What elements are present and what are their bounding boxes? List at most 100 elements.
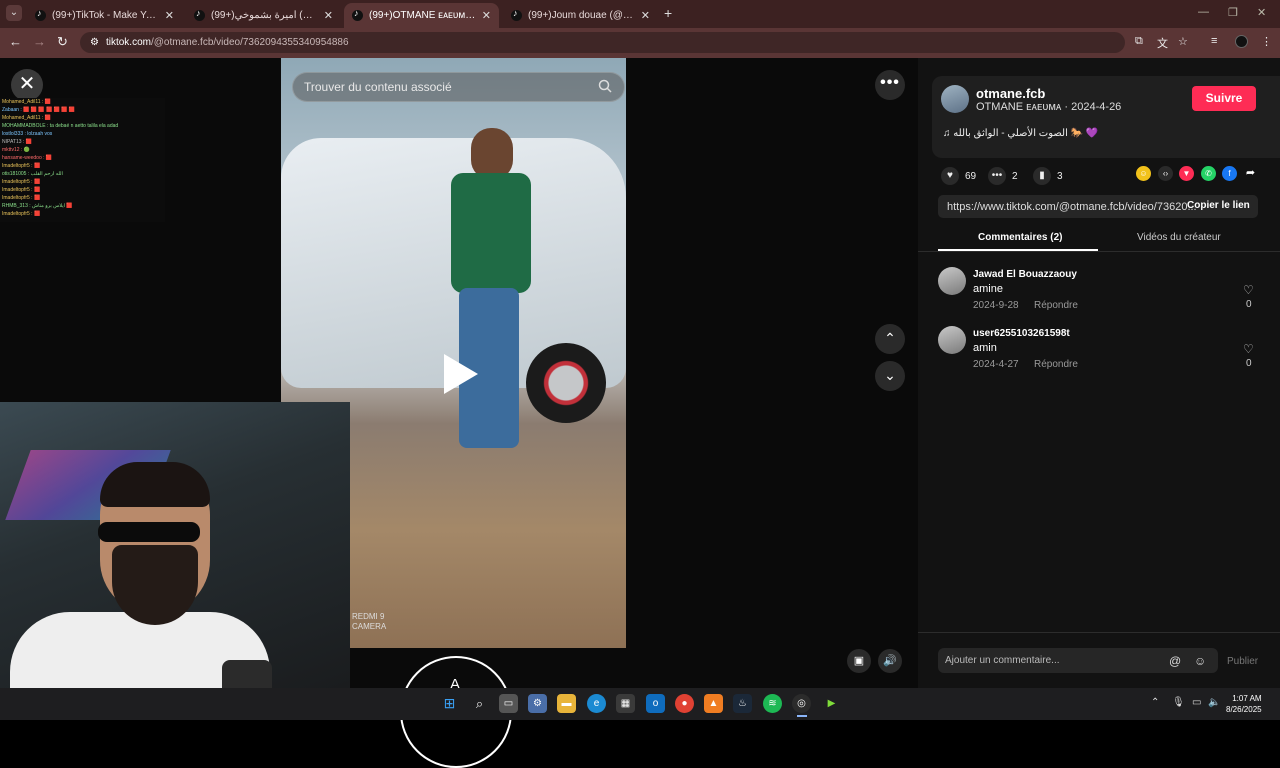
previous-video-button[interactable]: ⌃ — [875, 324, 905, 354]
reply-button[interactable]: Répondre — [1034, 300, 1078, 311]
creator-username[interactable]: otmane.fcb — [976, 86, 1045, 101]
comment-stat[interactable]: ••• 2 — [988, 167, 1018, 185]
embed-icon[interactable]: ‹› — [1158, 166, 1173, 181]
music-line[interactable]: ♫ الصوت الأصلي - الواثق بالله 🐎 💜 — [943, 128, 1098, 139]
reload-icon[interactable]: ↻ — [57, 34, 68, 50]
site-info-icon[interactable]: ⚙ — [90, 37, 99, 48]
commenter-name[interactable]: Jawad El Bouazzaouy — [973, 269, 1077, 280]
creator-avatar[interactable] — [941, 85, 969, 113]
steam-icon[interactable]: ♨ — [733, 694, 752, 713]
comment-icon: ••• — [988, 167, 1006, 185]
task-view-icon[interactable]: ▭ — [499, 694, 518, 713]
file-explorer-icon[interactable]: ▬ — [557, 694, 576, 713]
share-arrow-icon[interactable]: ➦ — [1243, 166, 1258, 181]
save-count: 3 — [1057, 170, 1063, 182]
chat-line: Imadeltopfr5 : 🟥 — [2, 163, 41, 169]
play-icon[interactable] — [444, 354, 478, 394]
chat-line: MOHAMMADBOLE : ta debaé n aetto talila e… — [2, 123, 119, 129]
tab-close-icon[interactable]: ✕ — [165, 9, 174, 22]
window-close-icon[interactable]: ✕ — [1257, 6, 1266, 19]
tab-close-icon[interactable]: ✕ — [641, 9, 650, 22]
copy-link-button[interactable]: Copier le lien — [1187, 200, 1250, 211]
tab-close-icon[interactable]: ✕ — [324, 9, 333, 22]
spotify-icon[interactable]: ≋ — [763, 694, 782, 713]
chat-line: Imadeltopfr5 : 🟥 — [2, 211, 41, 217]
speaker-tray-icon[interactable]: 🔈 — [1208, 697, 1220, 708]
facebook-icon[interactable]: f — [1222, 166, 1237, 181]
tab-divider — [918, 251, 1280, 252]
related-content-search-input[interactable]: Trouver du contenu associé — [292, 72, 625, 102]
tray-overflow-icon[interactable]: ⌃ — [1151, 697, 1159, 708]
tiktok-favicon-icon — [194, 8, 205, 21]
send-icon[interactable]: ▼ — [1179, 166, 1194, 181]
person-vest — [451, 173, 531, 293]
media-controls-icon[interactable]: ≡ — [1211, 35, 1217, 47]
whatsapp-icon[interactable]: ✆ — [1201, 166, 1216, 181]
input-divider — [918, 632, 1280, 633]
taskbar-search-icon[interactable]: ⌕ — [470, 694, 489, 713]
install-app-icon[interactable]: ⧉ — [1135, 35, 1143, 48]
browser-tab[interactable]: (99+)Joum douae (@user9854 ✕ — [503, 3, 658, 28]
forward-icon[interactable]: → — [33, 34, 46, 49]
commenter-avatar[interactable] — [938, 326, 966, 354]
browser-taskbar-icon[interactable]: ◎ — [792, 694, 811, 713]
profile-avatar[interactable] — [1235, 35, 1248, 48]
tab-close-icon[interactable]: ✕ — [482, 9, 491, 22]
volume-icon[interactable]: 🔊 — [878, 649, 902, 673]
tiktok-favicon-icon — [35, 8, 46, 21]
tab-search-button[interactable]: ⌄ — [6, 5, 22, 21]
heart-icon: ♥ — [941, 167, 959, 185]
back-icon[interactable]: ← — [9, 34, 22, 49]
system-clock[interactable]: 1:07 AM 8/26/2025 — [1226, 693, 1262, 715]
comment-text: amine — [973, 283, 1003, 295]
like-stat[interactable]: ♥ 69 — [941, 167, 976, 185]
minimize-icon[interactable]: — — [1198, 6, 1209, 18]
tab-creator-videos[interactable]: Vidéos du créateur — [1137, 232, 1221, 243]
url-host: tiktok.com — [105, 37, 151, 48]
mention-icon[interactable]: @ — [1169, 654, 1181, 668]
windows-taskbar — [0, 688, 1280, 720]
maximize-icon[interactable]: ❐ — [1228, 6, 1238, 19]
tab-comments[interactable]: Commentaires (2) — [978, 232, 1062, 243]
more-options-button[interactable]: ••• — [875, 70, 905, 100]
microphone-tray-icon[interactable]: 🎙 — [1172, 697, 1185, 708]
translate-icon[interactable]: 文 — [1157, 35, 1168, 51]
browser-tab[interactable]: (99+)أميرة بشموخي (@mokhi1 ✕ — [186, 3, 341, 28]
reply-button[interactable]: Répondre — [1034, 359, 1078, 370]
search-icon[interactable] — [598, 79, 612, 93]
save-stat[interactable]: ▮ 3 — [1033, 167, 1063, 185]
new-tab-button[interactable]: + — [664, 5, 672, 21]
chrome-icon[interactable]: ● — [675, 694, 694, 713]
commenter-avatar[interactable] — [938, 267, 966, 295]
bookmark-icon: ▮ — [1033, 167, 1051, 185]
kick-icon[interactable]: ▶ — [822, 694, 841, 713]
vehicle-wheel — [526, 343, 606, 423]
settings-app-icon[interactable]: ⚙ — [528, 694, 547, 713]
comment-like-count: 0 — [1246, 358, 1252, 369]
browser-tab[interactable]: (99+)TikTok - Make Your Day ✕ — [27, 3, 182, 28]
chat-line: hansame-weedoo : 🟥 — [2, 155, 53, 161]
emoji-icon[interactable]: ☺ — [1194, 654, 1206, 668]
repost-icon[interactable]: ☺ — [1136, 166, 1151, 181]
outlook-icon[interactable]: o — [646, 694, 665, 713]
floating-player-icon[interactable]: ▣ — [847, 649, 871, 673]
comment-like-icon[interactable]: ♡ — [1243, 283, 1254, 297]
bookmark-star-icon[interactable]: ☆ — [1178, 35, 1188, 48]
app-icon-orange[interactable]: ▲ — [704, 694, 723, 713]
browser-menu-icon[interactable]: ⋮ — [1261, 35, 1272, 48]
publish-button[interactable]: Publier — [1227, 656, 1258, 667]
edge-icon[interactable]: e — [587, 694, 606, 713]
commenter-name[interactable]: user6255103261598t — [973, 328, 1070, 339]
next-video-button[interactable]: ⌄ — [875, 361, 905, 391]
comment-like-count: 0 — [1246, 299, 1252, 310]
store-icon[interactable]: ▦ — [616, 694, 635, 713]
url-bar[interactable]: ⚙ tiktok.com/@otmane.fcb/video/736209435… — [80, 32, 1125, 53]
network-icon[interactable]: ▭ — [1192, 697, 1201, 708]
chat-line: Imadeltopfr5 : 🟥 — [2, 179, 41, 185]
browser-tab-active[interactable]: (99+)OTMANE ᴇᴀᴇᴜᴍᴀ (@otmane ✕ — [344, 3, 499, 28]
chat-line: lostlol333 : lolzaah vos — [2, 131, 53, 137]
close-video-button[interactable]: ✕ — [11, 69, 43, 101]
comment-like-icon[interactable]: ♡ — [1243, 342, 1254, 356]
follow-button[interactable]: Suivre — [1192, 86, 1256, 111]
start-icon[interactable]: ⊞ — [440, 694, 459, 713]
